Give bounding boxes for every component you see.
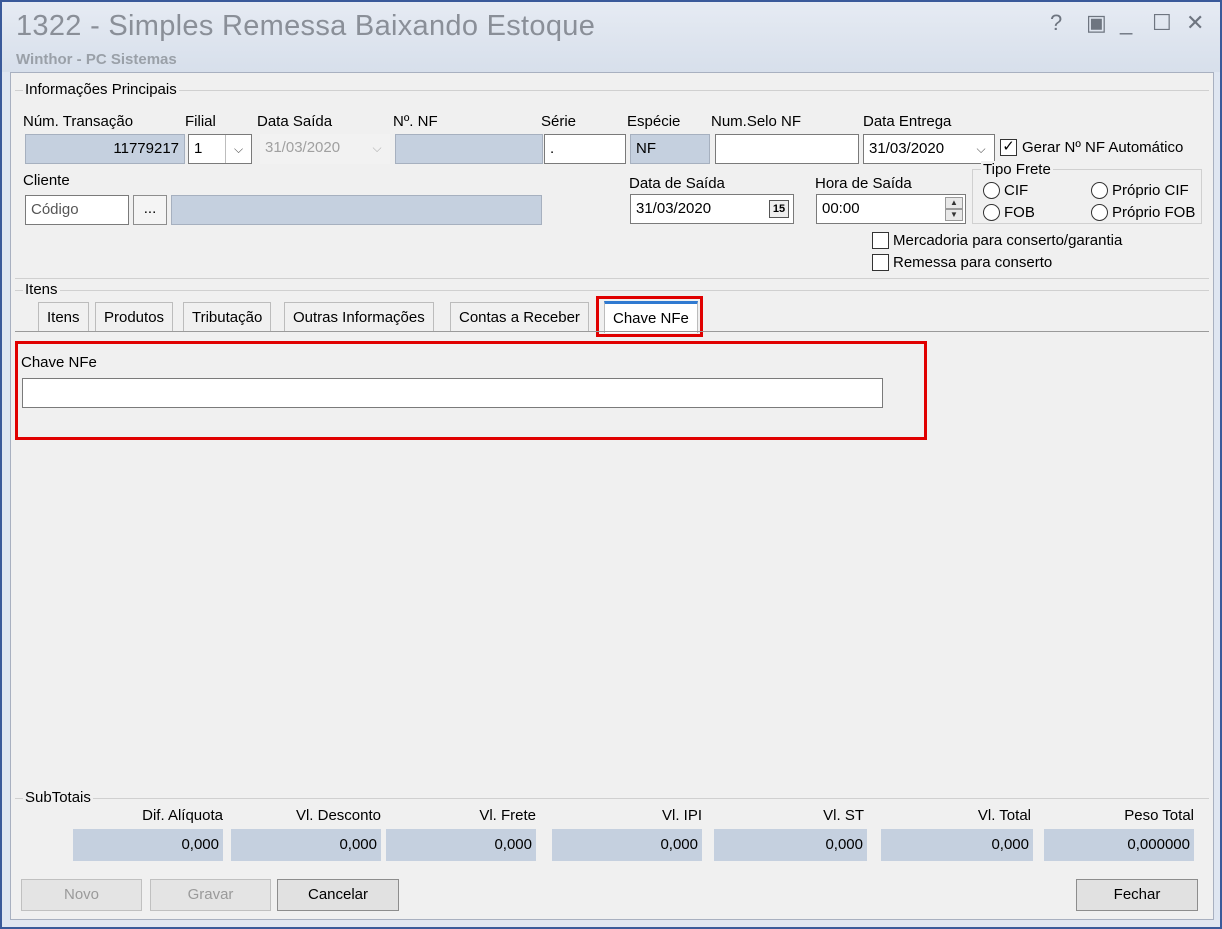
mercadoria-conserto-checkbox[interactable] xyxy=(872,232,889,249)
vl-total-field[interactable]: 0,000 xyxy=(881,829,1033,861)
principal-group-label: Informações Principais xyxy=(23,81,179,98)
application-window: 1322 - Simples Remessa Baixando Estoque … xyxy=(0,0,1222,929)
data-de-saida-label: Data de Saída xyxy=(629,175,725,192)
chave-nfe-highlight-box xyxy=(15,341,927,440)
tab-outras-informacoes[interactable]: Outras Informações xyxy=(284,302,434,332)
tab-tributacao[interactable]: Tributação xyxy=(183,302,272,332)
tab-itens[interactable]: Itens xyxy=(38,302,89,332)
frete-proprio-cif-label: Próprio CIF xyxy=(1112,182,1189,199)
data-de-saida-value: 31/03/2020 xyxy=(636,200,712,217)
gerar-nf-label: Gerar Nº NF Automático xyxy=(1022,139,1184,156)
especie-field[interactable]: NF xyxy=(630,134,710,164)
gerar-nf-checkbox[interactable]: ✓ xyxy=(1000,139,1017,156)
remessa-conserto-label: Remessa para conserto xyxy=(893,254,1053,271)
data-saida-field: 31/03/2020 ⌵ xyxy=(260,134,390,164)
vl-desconto-label: Vl. Desconto xyxy=(295,807,381,824)
maximize-icon[interactable]: ☐ xyxy=(1152,10,1172,36)
restore-layout-icon[interactable]: ▣ xyxy=(1086,10,1107,36)
cliente-browse-button[interactable]: ... xyxy=(133,195,167,225)
especie-label: Espécie xyxy=(627,113,681,130)
data-entrega-select[interactable]: 31/03/2020 ⌵ xyxy=(863,134,995,164)
vl-desconto-field[interactable]: 0,000 xyxy=(231,829,381,861)
frete-proprio-fob-label: Próprio FOB xyxy=(1112,204,1196,221)
data-saida-label: Data Saída xyxy=(257,113,333,130)
cliente-label: Cliente xyxy=(23,172,70,189)
peso-total-label: Peso Total xyxy=(1124,807,1194,824)
tab-strip-line xyxy=(15,331,1209,332)
subtotais-group-line xyxy=(15,798,1209,799)
frete-cif-radio[interactable] xyxy=(983,182,1000,199)
peso-total-field[interactable]: 0,000000 xyxy=(1044,829,1194,861)
minimize-icon[interactable]: _ xyxy=(1120,10,1132,36)
hora-de-saida-label: Hora de Saída xyxy=(815,175,912,192)
num-nf-field[interactable] xyxy=(395,134,543,164)
cancelar-button[interactable]: Cancelar xyxy=(277,879,399,911)
fechar-button[interactable]: Fechar xyxy=(1076,879,1198,911)
serie-label: Série xyxy=(541,113,577,130)
calendar-icon[interactable]: 15 xyxy=(769,200,789,218)
data-entrega-value: 31/03/2020 xyxy=(869,140,945,157)
data-de-saida-field[interactable]: 31/03/2020 15 xyxy=(630,194,794,224)
vl-ipi-label: Vl. IPI xyxy=(661,807,702,824)
remessa-conserto-checkbox[interactable] xyxy=(872,254,889,271)
itens-group-line xyxy=(15,290,1209,291)
tab-contas-a-receber[interactable]: Contas a Receber xyxy=(450,302,589,332)
gravar-button[interactable]: Gravar xyxy=(150,879,271,911)
vl-ipi-field[interactable]: 0,000 xyxy=(552,829,702,861)
help-icon[interactable]: ? xyxy=(1050,10,1062,36)
data-entrega-label: Data Entrega xyxy=(863,113,952,130)
cliente-nome-field[interactable] xyxy=(171,195,542,225)
tipo-frete-label: Tipo Frete xyxy=(981,161,1053,178)
frete-fob-radio[interactable] xyxy=(983,204,1000,221)
itens-group-label: Itens xyxy=(23,281,60,298)
close-icon[interactable]: ✕ xyxy=(1186,10,1204,36)
num-nf-label: Nº. NF xyxy=(393,113,438,130)
spin-up-icon[interactable]: ▲ xyxy=(945,197,963,209)
filial-value: 1 xyxy=(194,140,203,157)
spin-down-icon[interactable]: ▼ xyxy=(945,209,963,221)
chevron-down-icon: ⌵ xyxy=(372,141,382,155)
vl-st-label: Vl. ST xyxy=(823,807,864,824)
num-selo-field[interactable] xyxy=(715,134,859,164)
data-saida-value: 31/03/2020 xyxy=(265,139,341,156)
num-transacao-field[interactable]: 11779217 xyxy=(25,134,185,164)
vl-frete-field[interactable]: 0,000 xyxy=(386,829,536,861)
serie-field[interactable]: . xyxy=(544,134,626,164)
principal-group-bottom xyxy=(15,278,1209,279)
window-subtitle: Winthor - PC Sistemas xyxy=(16,51,177,68)
chevron-down-icon[interactable]: ⌵ xyxy=(968,135,994,163)
vl-frete-label: Vl. Frete xyxy=(479,807,536,824)
form-body: Informações Principais Núm. Transação 11… xyxy=(10,72,1214,920)
filial-label: Filial xyxy=(185,113,216,130)
dif-aliquota-label: Dif. Alíquota xyxy=(142,807,223,824)
num-selo-label: Num.Selo NF xyxy=(711,113,802,130)
window-title: 1322 - Simples Remessa Baixando Estoque xyxy=(16,10,596,42)
subtotais-group-label: SubTotais xyxy=(23,789,93,806)
principal-group-line xyxy=(15,90,1209,91)
mercadoria-conserto-label: Mercadoria para conserto/garantia xyxy=(893,232,1123,249)
hora-de-saida-value: 00:00 xyxy=(822,200,860,217)
vl-st-field[interactable]: 0,000 xyxy=(714,829,867,861)
filial-select[interactable]: 1 ⌵ xyxy=(188,134,252,164)
chevron-down-icon[interactable]: ⌵ xyxy=(225,135,251,163)
novo-button[interactable]: Novo xyxy=(21,879,142,911)
num-transacao-label: Núm. Transação xyxy=(23,113,134,130)
frete-proprio-fob-radio[interactable] xyxy=(1091,204,1108,221)
dif-aliquota-field[interactable]: 0,000 xyxy=(73,829,223,861)
frete-cif-label: CIF xyxy=(1004,182,1029,199)
frete-fob-label: FOB xyxy=(1004,204,1035,221)
frete-proprio-cif-radio[interactable] xyxy=(1091,182,1108,199)
tab-produtos[interactable]: Produtos xyxy=(95,302,174,332)
hora-de-saida-field[interactable]: 00:00 ▲ ▼ xyxy=(816,194,966,224)
title-bar[interactable]: 1322 - Simples Remessa Baixando Estoque … xyxy=(2,2,1220,72)
cliente-codigo-input[interactable]: Código xyxy=(25,195,129,225)
vl-total-label: Vl. Total xyxy=(977,807,1031,824)
